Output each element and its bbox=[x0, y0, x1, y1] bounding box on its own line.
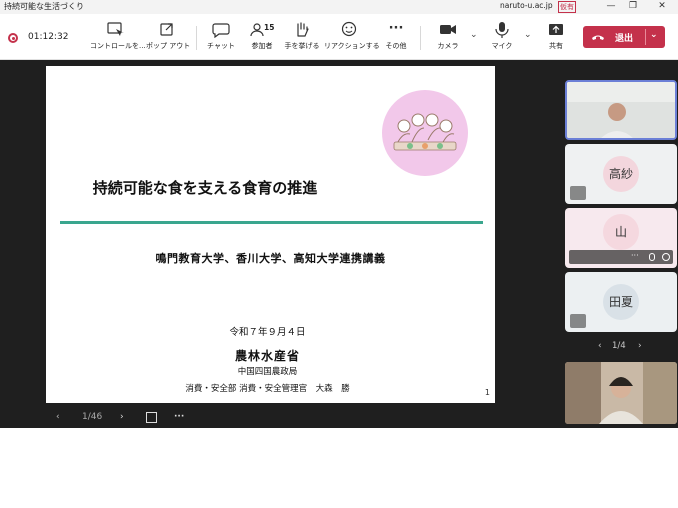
leave-options-chevron-icon[interactable]: ⌄ bbox=[650, 30, 658, 40]
mic-muted-icon bbox=[570, 314, 586, 328]
slide-more-icon[interactable]: ··· bbox=[174, 412, 184, 422]
camera-options-chevron-icon[interactable]: ⌄ bbox=[470, 30, 478, 40]
next-slide-icon[interactable]: › bbox=[120, 412, 124, 422]
slide-bureau: 中国四国農政局 bbox=[237, 367, 298, 377]
meeting-timer: 01:12:32 bbox=[28, 32, 69, 42]
participants-count: 15 bbox=[264, 23, 275, 32]
slide-date: 令和７年９月４日 bbox=[229, 327, 306, 338]
share-icon bbox=[549, 24, 563, 35]
mic-options-chevron-icon[interactable]: ⌄ bbox=[524, 30, 532, 40]
popout-icon bbox=[160, 23, 173, 36]
minimize-icon[interactable]: — bbox=[604, 0, 618, 14]
participant-more-icon[interactable]: ··· bbox=[631, 251, 639, 260]
mic-icon bbox=[495, 22, 509, 38]
participant-avatar: 高紗 bbox=[603, 156, 639, 192]
participants-next-icon[interactable]: › bbox=[638, 341, 642, 351]
leave-button[interactable]: 退出 ⌄ bbox=[583, 26, 665, 48]
participant-tile[interactable]: 高紗 bbox=[565, 144, 677, 204]
share-label: 共有 bbox=[549, 42, 563, 50]
restore-icon[interactable]: ❐ bbox=[626, 0, 640, 14]
pin-icon[interactable] bbox=[662, 253, 670, 261]
chat-icon bbox=[212, 23, 230, 38]
slide-presenter: 消費・安全部 消費・安全管理官 大森 勝 bbox=[185, 384, 350, 394]
camera-icon bbox=[440, 25, 456, 34]
window-domain: naruto-u.ac.jp bbox=[500, 1, 553, 10]
participant-avatar: 田夏 bbox=[603, 284, 639, 320]
slide-subtitle: 鳴門教育大学、香川大学、高知大学連携講義 bbox=[155, 252, 386, 265]
participant-tile[interactable]: 田夏 bbox=[565, 272, 677, 332]
mic-muted-icon bbox=[570, 186, 586, 200]
chat-button[interactable]: チャット bbox=[204, 20, 238, 56]
previous-slide-icon[interactable]: ‹ bbox=[56, 412, 60, 422]
teams-meeting-window: 持続可能な生活づくり naruto-u.ac.jp 仮有 — ❐ ✕ 01:12… bbox=[0, 0, 678, 428]
more-icon: ··· bbox=[388, 21, 404, 36]
participant-avatar: 山 bbox=[603, 214, 639, 250]
self-video bbox=[565, 362, 677, 424]
presenter-video bbox=[567, 82, 675, 138]
participants-prev-icon[interactable]: ‹ bbox=[598, 341, 602, 351]
hand-icon bbox=[297, 22, 309, 37]
chat-label: チャット bbox=[207, 42, 235, 50]
popout-button[interactable]: ポップ アウト bbox=[146, 20, 191, 56]
people-icon bbox=[250, 23, 264, 37]
slide-organization: 農林水産省 bbox=[234, 349, 300, 363]
participants-label: 参加者 bbox=[251, 42, 273, 50]
shared-slide: 持続可能な食を支える食育の推進 鳴門教育大学、香川大学、高知大学連携講義 令和７… bbox=[46, 66, 495, 403]
participants-page: 1/4 bbox=[612, 341, 626, 351]
popout-label: ポップ アウト bbox=[146, 42, 191, 50]
participants-button[interactable]: 15 参加者 bbox=[244, 20, 280, 56]
leave-divider bbox=[645, 29, 646, 45]
recording-icon bbox=[8, 33, 18, 43]
participant-video-presenter[interactable] bbox=[565, 80, 677, 140]
mic-muted-icon bbox=[649, 253, 655, 261]
title-bar: 持続可能な生活づくり naruto-u.ac.jp 仮有 — ❐ ✕ bbox=[0, 0, 678, 14]
camera-label: カメラ bbox=[437, 42, 459, 50]
toolbar-divider bbox=[196, 26, 197, 50]
slide-position: 1/46 bbox=[82, 412, 103, 422]
participant-tile[interactable]: 山 ··· bbox=[565, 208, 677, 268]
more-label: その他 bbox=[385, 42, 407, 50]
slide-grid-icon[interactable] bbox=[146, 412, 157, 423]
slide-title: 持続可能な食を支える食育の推進 bbox=[92, 179, 318, 197]
window-badge: 仮有 bbox=[558, 1, 576, 13]
raise-hand-label: 手を挙げる bbox=[284, 42, 320, 50]
window-title: 持続可能な生活づくり bbox=[4, 2, 84, 11]
dining-illustration bbox=[382, 90, 468, 176]
meeting-toolbar: 01:12:32 コントロールを... ポップ アウト チャット 15 参加者 … bbox=[0, 14, 678, 60]
reactions-button[interactable]: リアクションする bbox=[324, 20, 380, 56]
self-video-tile[interactable] bbox=[565, 362, 677, 424]
toolbar-divider bbox=[420, 26, 421, 50]
raise-hand-button[interactable]: 手を挙げる bbox=[282, 20, 322, 56]
slide-divider-line bbox=[60, 221, 483, 224]
participant-hover-bar: ··· bbox=[569, 250, 673, 264]
take-control-button[interactable]: コントロールを... bbox=[90, 20, 146, 56]
participant-pagination: ‹ 1/4 › bbox=[596, 341, 646, 355]
share-button[interactable]: 共有 bbox=[540, 20, 572, 56]
slide-page-number: 1 bbox=[484, 388, 490, 397]
hang-up-icon bbox=[592, 35, 604, 40]
take-control-label: コントロールを... bbox=[90, 42, 146, 50]
leave-label: 退出 bbox=[615, 34, 634, 44]
reactions-label: リアクションする bbox=[324, 42, 380, 50]
mic-button[interactable]: マイク bbox=[486, 20, 518, 56]
close-icon[interactable]: ✕ bbox=[655, 0, 669, 14]
more-button[interactable]: ··· その他 bbox=[380, 20, 412, 56]
mic-label: マイク bbox=[491, 42, 513, 50]
take-control-icon bbox=[107, 22, 124, 36]
camera-button[interactable]: カメラ bbox=[432, 20, 464, 56]
smiley-icon bbox=[341, 21, 357, 37]
